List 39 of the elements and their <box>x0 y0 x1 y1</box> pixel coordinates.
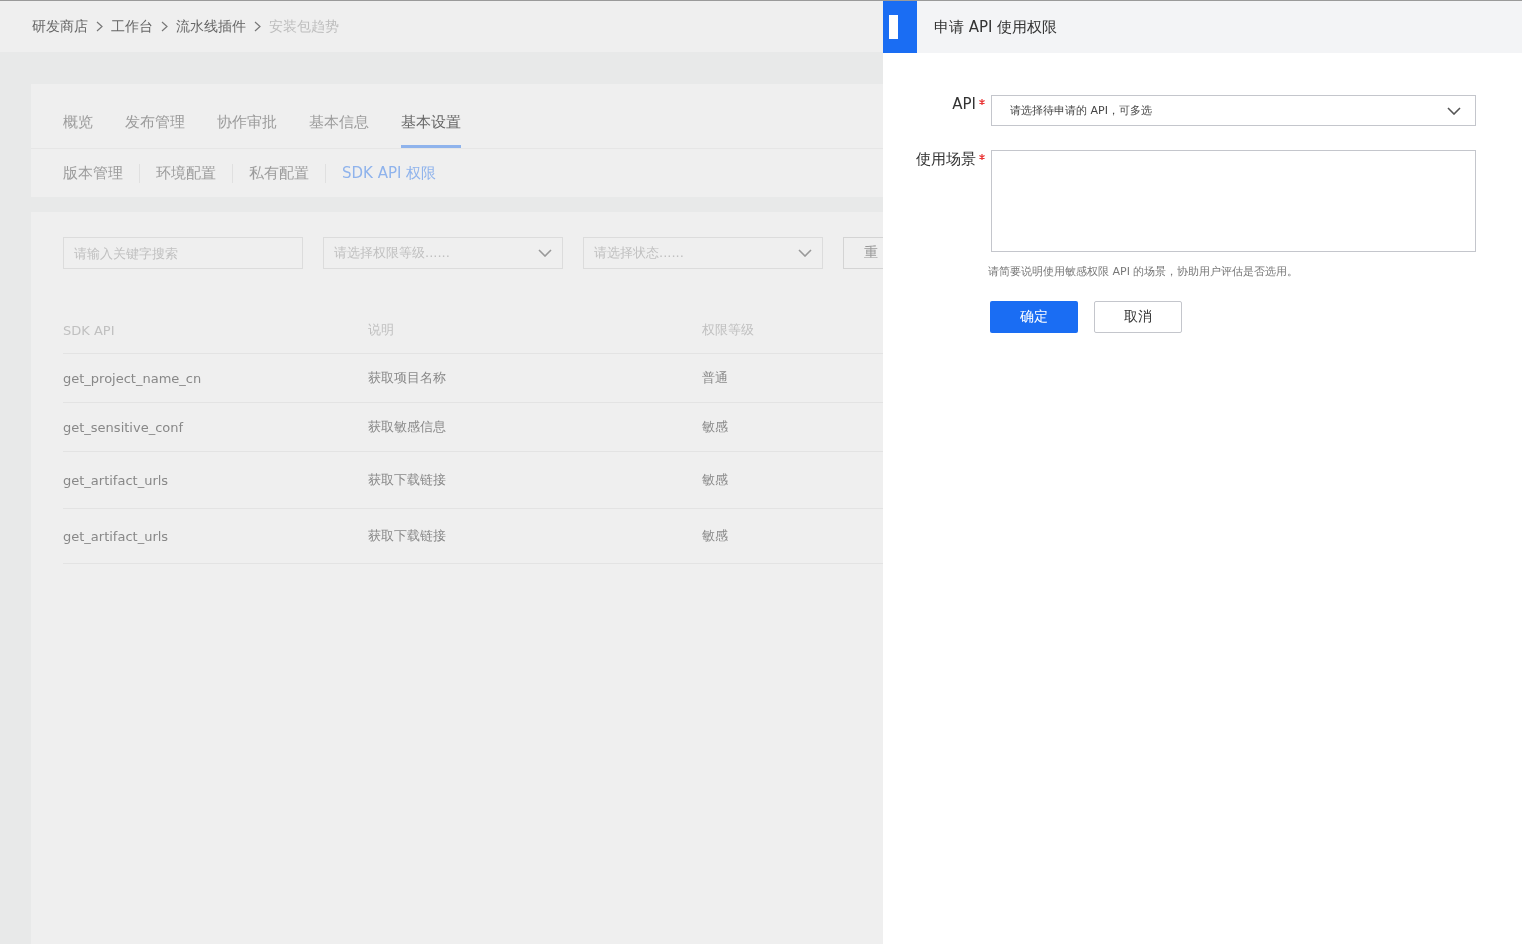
table-cell-text: 获取敏感信息 <box>368 418 447 436</box>
sub-tab[interactable]: 版本管理 <box>63 163 139 183</box>
scene-textarea[interactable] <box>991 150 1476 252</box>
cancel-button[interactable]: 取消 <box>1094 301 1182 333</box>
breadcrumb-link[interactable]: 研发商店 <box>32 17 88 36</box>
confirm-button[interactable]: 确定 <box>990 301 1078 333</box>
table-cell-text: get_artifact_urls <box>63 472 170 488</box>
tab[interactable]: 基本设置 <box>401 113 461 148</box>
breadcrumb-link[interactable]: 流水线插件 <box>176 17 246 36</box>
field-label: API <box>952 95 976 113</box>
chevron-down-icon <box>1447 106 1461 115</box>
reset-button[interactable]: 重 <box>843 237 883 269</box>
table-cell-text: get_artifact_urls <box>63 528 170 544</box>
chevron-down-icon <box>798 249 812 257</box>
tab[interactable]: 概览 <box>63 113 93 148</box>
chevron-right-icon <box>96 21 103 32</box>
table-cell-text: 敏感 <box>702 527 729 545</box>
tab[interactable]: 发布管理 <box>125 113 185 148</box>
table-cell-text: 敏感 <box>702 418 729 436</box>
drawer-title: 申请 API 使用权限 <box>934 17 1058 37</box>
hint-text: 请简要说明使用敏感权限 API 的场景，协助用户评估是否选用。 <box>988 264 1300 279</box>
tab[interactable]: 基本信息 <box>309 113 369 148</box>
table-cell-text: get_project_name_cn <box>63 370 203 386</box>
sub-tab[interactable]: 私有配置 <box>232 163 325 183</box>
table-cell-text: 获取下载链接 <box>368 527 447 545</box>
api-select[interactable]: 请选择待申请的 API，可多选 <box>991 95 1476 126</box>
table-cell-text: 获取下载链接 <box>368 471 447 489</box>
table-cell-text: 普通 <box>702 369 729 387</box>
chevron-down-icon <box>538 249 552 257</box>
table-cell-text: 获取项目名称 <box>368 369 447 387</box>
sub-tab[interactable]: SDK API 权限 <box>325 163 453 183</box>
tab[interactable]: 协作审批 <box>217 113 277 148</box>
table-cell-text: 敏感 <box>702 471 729 489</box>
chevron-right-icon <box>161 21 168 32</box>
chevron-right-icon <box>254 21 261 32</box>
breadcrumb-link[interactable]: 工作台 <box>111 17 153 36</box>
field-label: 使用场景 <box>916 150 976 169</box>
sub-tab[interactable]: 环境配置 <box>139 163 232 183</box>
table-cell-text: get_sensitive_conf <box>63 419 185 435</box>
